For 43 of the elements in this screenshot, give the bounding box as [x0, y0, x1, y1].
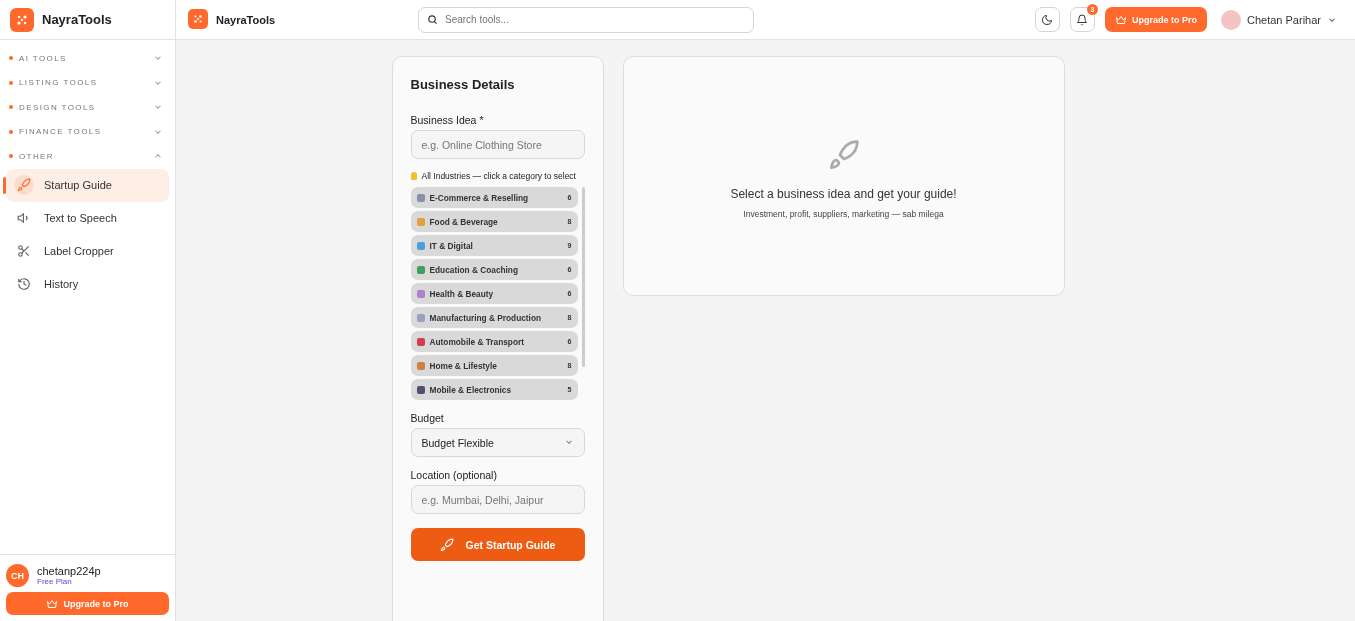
- sidebar-group-header[interactable]: AI TOOLS: [6, 46, 169, 71]
- brand-name: NayraTools: [42, 12, 112, 27]
- scissors-icon: [17, 244, 31, 258]
- crown-icon: [46, 597, 59, 610]
- empty-state-title: Select a business idea and get your guide!: [730, 187, 957, 201]
- form-title: Business Details: [410, 77, 516, 92]
- bell-icon: [1076, 13, 1089, 26]
- brand-name: NayraTools: [216, 13, 276, 26]
- sidebar-group-header[interactable]: FINANCE TOOLS: [6, 119, 169, 144]
- lightbulb-icon: [410, 172, 417, 180]
- crown-icon: [1115, 13, 1127, 26]
- search-field[interactable]: Search tools...: [418, 6, 754, 33]
- sidebar-group-header[interactable]: DESIGN TOOLS: [6, 95, 169, 120]
- scrollbar[interactable]: [581, 187, 585, 367]
- budget-dropdown[interactable]: Budget Flexible: [410, 428, 585, 457]
- user-name: Chetan Parihar: [1247, 13, 1321, 26]
- user-avatar: [1221, 9, 1241, 30]
- sidebar-item[interactable]: Startup Guide: [6, 168, 169, 202]
- field-label: Location (optional): [410, 469, 498, 481]
- sidebar-item[interactable]: Text to Speech: [6, 201, 169, 235]
- input-field[interactable]: e.g. Mumbai, Delhi, Jaipur: [410, 485, 585, 514]
- sidebar-group-header[interactable]: LISTING TOOLS: [6, 70, 169, 95]
- sidebar-item[interactable]: History: [6, 267, 169, 301]
- speaker-icon: [17, 211, 31, 225]
- rocket-icon: [17, 178, 31, 192]
- history-icon: [17, 277, 31, 291]
- sidebar-group-header[interactable]: OTHER: [6, 144, 169, 169]
- moon-icon: [1041, 13, 1054, 26]
- logo-icon: [188, 8, 208, 29]
- sidebar-item[interactable]: Label Cropper: [6, 234, 169, 268]
- plan-label: Free Plan: [37, 577, 73, 586]
- logo-icon: [10, 7, 34, 32]
- field-label: Budget: [410, 412, 445, 424]
- search-icon: [427, 13, 438, 25]
- user-name: chetanp224p: [37, 565, 101, 577]
- empty-state-subtitle: Investment, profit, suppliers, marketing — sab milega: [743, 209, 944, 219]
- theme-toggle-button[interactable]: [1035, 7, 1060, 32]
- user-avatar: CH: [6, 564, 29, 587]
- rocket-icon: [827, 139, 860, 171]
- rocket-icon: [439, 537, 454, 552]
- input-field[interactable]: e.g. Online Clothing Store: [410, 130, 585, 159]
- hint-text: All Industries — click a category to select: [421, 170, 576, 183]
- field-label: Business Idea *: [410, 114, 485, 126]
